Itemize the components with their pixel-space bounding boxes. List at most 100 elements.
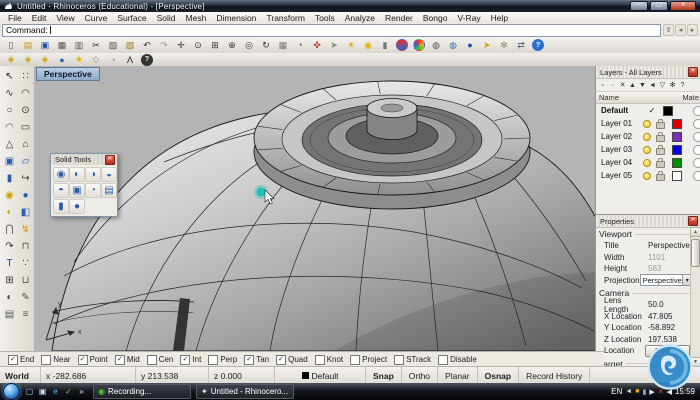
redo-icon[interactable]: ↷ [156, 38, 172, 53]
select-icon[interactable]: ↖ [1, 68, 18, 85]
taskbar-button-recording[interactable]: ◉Recording... [93, 384, 191, 399]
layer-color-swatch[interactable] [672, 158, 682, 168]
checkbox[interactable] [208, 355, 218, 365]
link-cascade-icon[interactable]: ⇄ [513, 38, 529, 53]
internet-explorer-icon[interactable]: e [50, 386, 61, 397]
layers-col-name[interactable]: Name [599, 93, 619, 102]
clock[interactable]: 15:59 [675, 387, 695, 396]
shaded-view-icon[interactable]: ◐ [1, 289, 18, 306]
checkbox[interactable] [350, 355, 360, 365]
osnap-near[interactable]: Near [41, 355, 70, 365]
osnap-point[interactable]: ✓Point [78, 355, 108, 365]
boolean-difference-icon[interactable]: ◐ [69, 167, 85, 182]
layer-color-swatch[interactable] [663, 106, 673, 116]
checkbox[interactable] [41, 355, 51, 365]
status-cplane[interactable]: World [0, 367, 41, 384]
cut-icon[interactable]: ✂ [88, 38, 104, 53]
arc-icon[interactable]: ◠ [1, 119, 18, 136]
layer-row[interactable]: Default✓ [596, 104, 700, 117]
status-toggle-planar[interactable]: Planar [438, 367, 478, 384]
language-indicator[interactable]: EN [611, 387, 622, 396]
layer-row[interactable]: Layer 04 [596, 156, 700, 169]
menu-transform[interactable]: Transform [261, 13, 309, 23]
curve-interpolate-icon[interactable]: ◠ [17, 85, 34, 102]
show-desktop-icon[interactable]: ▢ [24, 386, 35, 397]
cylinder-icon[interactable]: ▮ [1, 170, 18, 187]
vray-sun-icon[interactable]: ★ [71, 52, 87, 67]
options-gear-icon[interactable]: ✻ [496, 38, 512, 53]
menu-tools[interactable]: Tools [310, 13, 340, 23]
bongo-animate-icon[interactable]: Λ [122, 52, 138, 67]
layer-lock-icon[interactable] [656, 174, 665, 181]
new-sublayer-icon[interactable]: ▫ [608, 80, 617, 90]
layers-panel-titlebar[interactable]: Layers - All Layers ✕ [596, 66, 700, 79]
layer-lock-icon[interactable] [656, 135, 665, 142]
status-toggle-ortho[interactable]: Ortho [402, 367, 438, 384]
layer-lock-icon[interactable] [656, 148, 665, 155]
annotate-icon[interactable]: ✎ [17, 289, 34, 306]
boolean-difference-icon[interactable]: ◐ [1, 204, 18, 221]
help-2-icon[interactable]: ? [141, 54, 153, 66]
plane-icon[interactable]: ▱ [17, 153, 34, 170]
checkbox[interactable]: ✓ [8, 355, 18, 365]
osnap-tan[interactable]: ✓Tan [244, 355, 269, 365]
checkbox[interactable] [315, 355, 325, 365]
zoom-dynamic-icon[interactable]: ⊙ [190, 38, 206, 53]
menu-view[interactable]: View [51, 13, 79, 23]
polyline-icon[interactable]: △ [1, 136, 18, 153]
menu-bongo[interactable]: Bongo [418, 13, 453, 23]
copy-to-clipboard-icon[interactable]: ▥ [71, 38, 87, 53]
status-toggle-record-history[interactable]: Record History [519, 367, 590, 384]
scroll-thumb[interactable] [691, 239, 700, 267]
maximize-button[interactable]: ▢ [650, 1, 668, 11]
menu-surface[interactable]: Surface [112, 13, 151, 23]
tray-expand-icon[interactable]: ◄ [625, 388, 632, 396]
layer-visibility-bulb-icon[interactable] [643, 146, 651, 154]
menu-mesh[interactable]: Mesh [181, 13, 212, 23]
scroll-up-icon[interactable]: ▲ [690, 227, 700, 237]
layer-color-swatch[interactable] [672, 145, 682, 155]
windows-explorer-icon[interactable]: ▣ [37, 386, 48, 397]
cylinder-solid-icon[interactable]: ● [69, 199, 85, 214]
menu-analyze[interactable]: Analyze [340, 13, 380, 23]
updates-check-icon[interactable]: ✓ [63, 386, 74, 397]
osnap-project[interactable]: Project [350, 355, 387, 365]
new-file-icon[interactable]: ▯ [3, 38, 19, 53]
rotate-view-icon[interactable]: ↻ [258, 38, 274, 53]
tray-flag-icon[interactable]: ▶ [649, 388, 654, 396]
checkbox[interactable] [147, 355, 157, 365]
named-views-icon[interactable]: ▦ [275, 38, 291, 53]
checkbox[interactable]: ✓ [276, 355, 286, 365]
sun-study-icon[interactable]: ☀ [343, 38, 359, 53]
layer-visibility-bulb-icon[interactable] [643, 133, 651, 141]
layers-close-icon[interactable]: ✕ [688, 67, 698, 77]
vray-swirl-icon[interactable] [396, 39, 408, 51]
zoom-extents-icon[interactable]: ⊕ [224, 38, 240, 53]
layer-row[interactable]: Layer 02 [596, 130, 700, 143]
command-input[interactable]: Command: [2, 24, 661, 37]
layer-row[interactable]: Layer 05 [596, 169, 700, 182]
perspective-viewport[interactable]: x y [34, 66, 596, 351]
new-layer-icon[interactable]: ▫ [598, 80, 607, 90]
projection-dropdown[interactable]: Perspective▾ [640, 274, 690, 286]
tray-volume-icon[interactable]: ◀ [667, 388, 672, 396]
minimize-button[interactable]: ─ [630, 1, 648, 11]
extract-surface-icon[interactable]: ◔ [85, 183, 101, 198]
render-preview-icon[interactable]: ◍ [428, 38, 444, 53]
menu-file[interactable]: File [3, 13, 27, 23]
start-button[interactable] [3, 383, 20, 400]
layers-col-material[interactable]: Mate [682, 93, 699, 102]
help-layers-icon[interactable]: ? [678, 80, 687, 90]
status-toggle-snap[interactable]: Snap [366, 367, 402, 384]
menu-edit[interactable]: Edit [27, 13, 52, 23]
knot-tools-icon[interactable]: ⊓ [17, 238, 34, 255]
circle-icon[interactable]: ○ [1, 102, 18, 119]
layout-icon[interactable]: ≡ [17, 306, 34, 323]
solid-tools-titlebar[interactable]: Solid Tools ✕ [51, 154, 117, 165]
zoom-window-icon[interactable]: ⊞ [207, 38, 223, 53]
taskbar-button-rhino[interactable]: ✦Untitled - Rhinocero... [196, 384, 294, 399]
layer-color-swatch[interactable] [672, 132, 682, 142]
osnap-quad[interactable]: ✓Quad [276, 355, 308, 365]
flag-icon[interactable]: ➤ [479, 38, 495, 53]
curve-icon[interactable]: ∿ [1, 85, 18, 102]
